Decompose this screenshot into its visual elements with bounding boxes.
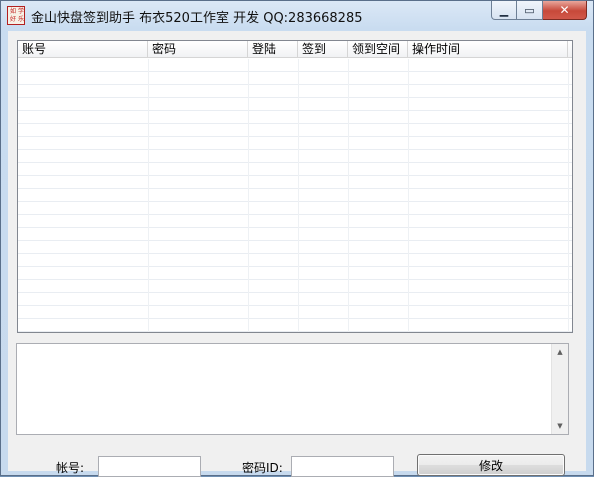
column-header-account[interactable]: 账号 — [18, 41, 148, 58]
list-body — [18, 59, 572, 332]
log-textarea[interactable]: ▲ ▼ — [16, 343, 569, 435]
account-label: 帐号: — [56, 461, 85, 475]
grid-divider — [248, 59, 249, 332]
arrow-up-icon[interactable]: ▲ — [552, 344, 568, 360]
window-title: 金山快盘签到助手 布衣520工作室 开发 QQ:283668285 — [31, 11, 363, 26]
account-input[interactable] — [98, 456, 201, 477]
list-header: 账号 密码 登陆 签到 领到空间 操作时间 — [18, 41, 572, 58]
minimize-icon: ▁ — [499, 3, 509, 17]
column-header-time[interactable]: 操作时间 — [408, 41, 568, 58]
column-header-password[interactable]: 密码 — [148, 41, 248, 58]
log-scrollbar[interactable]: ▲ ▼ — [551, 344, 568, 434]
password-id-input[interactable] — [291, 456, 394, 477]
maximize-button[interactable]: ▭ — [517, 1, 543, 20]
grid-divider — [348, 59, 349, 332]
password-id-label: 密码ID: — [242, 461, 283, 475]
dialog-body: 账号 密码 登陆 签到 领到空间 操作时间 ▲ ▼ 帐号: 密码ID: 修改 — [8, 31, 586, 477]
close-icon: ✕ — [559, 3, 570, 17]
grid-divider — [568, 59, 569, 332]
icon-glyph: 如 — [10, 8, 17, 15]
grid-divider — [148, 59, 149, 332]
icon-glyph: 学 — [18, 8, 25, 15]
column-header-space[interactable]: 领到空间 — [348, 41, 408, 58]
modify-button[interactable]: 修改 — [417, 454, 565, 476]
accounts-list[interactable]: 账号 密码 登陆 签到 领到空间 操作时间 — [17, 40, 573, 333]
main-window: 如 学 好 乐 金山快盘签到助手 布衣520工作室 开发 QQ:28366828… — [0, 0, 594, 477]
icon-glyph: 乐 — [18, 16, 25, 23]
column-header-signin[interactable]: 签到 — [298, 41, 348, 58]
arrow-down-icon[interactable]: ▼ — [552, 418, 568, 434]
column-header-login[interactable]: 登陆 — [248, 41, 298, 58]
grid-divider — [408, 59, 409, 332]
close-button[interactable]: ✕ — [543, 1, 587, 20]
app-logo-icon[interactable]: 如 学 好 乐 — [7, 6, 25, 25]
maximize-icon: ▭ — [524, 3, 535, 17]
grid-divider — [298, 59, 299, 332]
icon-glyph: 好 — [10, 16, 17, 23]
minimize-button[interactable]: ▁ — [491, 1, 517, 20]
caption-buttons: ▁ ▭ ✕ — [491, 1, 587, 21]
title-bar[interactable]: 如 学 好 乐 金山快盘签到助手 布衣520工作室 开发 QQ:28366828… — [1, 1, 593, 31]
